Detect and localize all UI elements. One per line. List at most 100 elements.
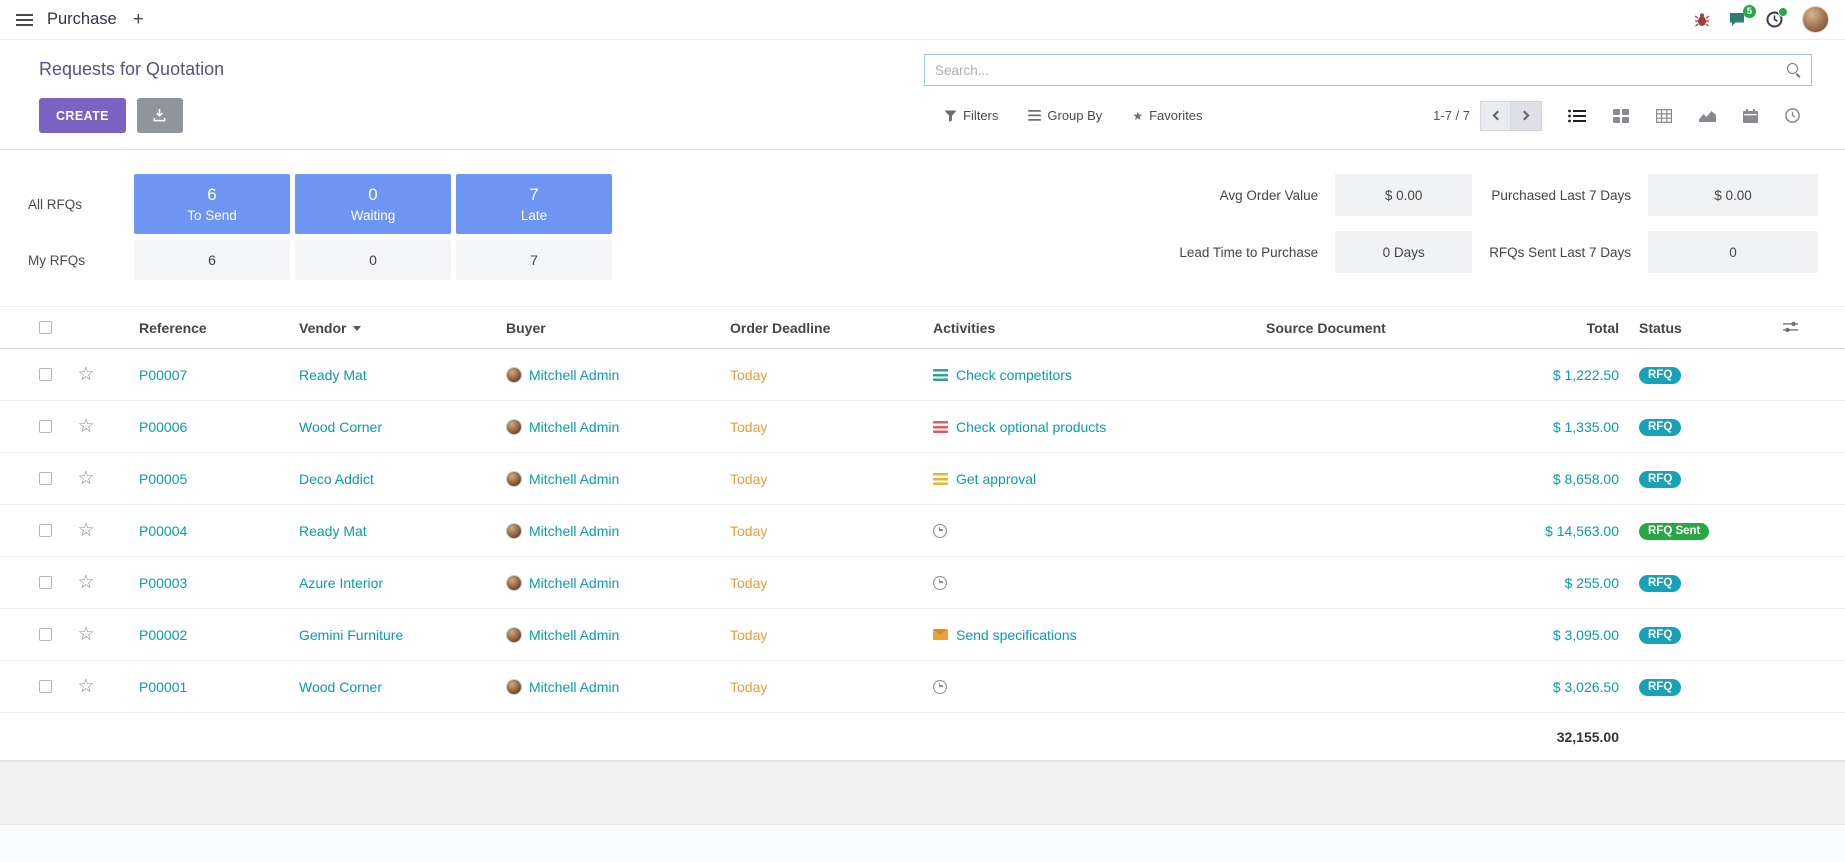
buyer-link[interactable]: Mitchell Admin [529, 627, 619, 643]
favorite-star-icon[interactable] [77, 467, 94, 490]
row-checkbox[interactable] [39, 576, 52, 589]
activity-cell[interactable] [930, 576, 1263, 590]
buyer-link[interactable]: Mitchell Admin [529, 471, 619, 487]
favorite-star-icon[interactable] [77, 519, 94, 542]
stat-value: 0 Days [1335, 231, 1472, 273]
graph-view-button[interactable] [1699, 109, 1716, 123]
vendor-link[interactable]: Ready Mat [296, 523, 503, 539]
filters-button[interactable]: Filters [944, 108, 998, 123]
activity-cell[interactable] [930, 680, 1263, 694]
row-checkbox[interactable] [39, 420, 52, 433]
reference-link[interactable]: P00006 [110, 419, 296, 435]
pivot-view-icon [1656, 109, 1672, 123]
buyer-link[interactable]: Mitchell Admin [529, 575, 619, 591]
activity-label[interactable]: Check optional products [956, 419, 1106, 435]
table-row[interactable]: P00004 Ready Mat Mitchell Admin Today $ … [0, 505, 1845, 557]
table-row[interactable]: P00003 Azure Interior Mitchell Admin Tod… [0, 557, 1845, 609]
order-deadline: Today [727, 679, 930, 695]
select-all-checkbox[interactable] [39, 321, 52, 334]
activity-cell[interactable]: Send specifications [930, 627, 1263, 643]
table-row[interactable]: P00002 Gemini Furniture Mitchell Admin T… [0, 609, 1845, 661]
search-input[interactable] [925, 63, 1786, 78]
table-row[interactable]: P00001 Wood Corner Mitchell Admin Today … [0, 661, 1845, 713]
column-header-order-deadline[interactable]: Order Deadline [727, 320, 930, 336]
column-header-status[interactable]: Status [1627, 320, 1767, 336]
favorite-star-icon[interactable] [77, 363, 94, 386]
debug-bug-icon[interactable] [1694, 12, 1710, 28]
messages-count-badge: 5 [1743, 5, 1756, 18]
table-row[interactable]: P00007 Ready Mat Mitchell Admin Today Ch… [0, 349, 1845, 401]
row-checkbox[interactable] [39, 628, 52, 641]
vendor-link[interactable]: Ready Mat [296, 367, 503, 383]
activity-label[interactable]: Send specifications [956, 627, 1077, 643]
table-row[interactable]: P00006 Wood Corner Mitchell Admin Today … [0, 401, 1845, 453]
stat-label: Purchased Last 7 Days [1489, 188, 1631, 203]
activities-clock-icon[interactable] [1766, 11, 1783, 28]
row-checkbox[interactable] [39, 368, 52, 381]
vendor-link[interactable]: Wood Corner [296, 419, 503, 435]
app-name[interactable]: Purchase [47, 10, 117, 29]
favorite-star-icon[interactable] [77, 571, 94, 594]
group-by-button[interactable]: Group By [1028, 108, 1102, 123]
search-icon[interactable] [1786, 62, 1802, 78]
my-rfqs-to-send[interactable]: 6 [134, 240, 290, 280]
favorite-star-icon[interactable] [77, 623, 94, 646]
kanban-view-button[interactable] [1613, 109, 1629, 123]
column-header-vendor[interactable]: Vendor [296, 320, 503, 336]
pager-previous-button[interactable] [1480, 101, 1511, 131]
buyer-link[interactable]: Mitchell Admin [529, 419, 619, 435]
favorites-button[interactable]: ★ Favorites [1132, 108, 1202, 123]
vendor-link[interactable]: Azure Interior [296, 575, 503, 591]
control-panel: Requests for Quotation CREATE Filters Gr… [0, 40, 1845, 150]
kpi-card-to-send[interactable]: 6 To Send [134, 174, 290, 234]
favorite-star-icon[interactable] [77, 675, 94, 698]
vendor-link[interactable]: Deco Addict [296, 471, 503, 487]
my-rfqs-late[interactable]: 7 [456, 240, 612, 280]
favorite-star-icon[interactable] [77, 415, 94, 438]
column-header-source-document[interactable]: Source Document [1263, 320, 1417, 336]
optional-columns-button[interactable] [1767, 320, 1845, 336]
reference-link[interactable]: P00002 [110, 627, 296, 643]
activity-cell[interactable]: Get approval [930, 471, 1263, 487]
activity-cell[interactable]: Check competitors [930, 367, 1263, 383]
activity-label[interactable]: Check competitors [956, 367, 1072, 383]
export-button[interactable] [137, 98, 183, 133]
create-button[interactable]: CREATE [39, 98, 126, 133]
activity-view-button[interactable] [1785, 108, 1800, 123]
table-row[interactable]: P00005 Deco Addict Mitchell Admin Today … [0, 453, 1845, 505]
messages-icon[interactable]: 5 [1729, 12, 1747, 27]
column-header-reference[interactable]: Reference [110, 320, 296, 336]
pivot-view-button[interactable] [1656, 109, 1672, 123]
list-view-button[interactable] [1568, 109, 1586, 123]
reference-link[interactable]: P00004 [110, 523, 296, 539]
row-checkbox[interactable] [39, 472, 52, 485]
calendar-view-button[interactable] [1743, 109, 1758, 123]
column-header-activities[interactable]: Activities [930, 320, 1263, 336]
kpi-card-late[interactable]: 7 Late [456, 174, 612, 234]
activity-cell[interactable]: Check optional products [930, 419, 1263, 435]
activity-cell[interactable] [930, 524, 1263, 538]
user-avatar[interactable] [1802, 6, 1829, 33]
plus-icon[interactable]: + [133, 10, 144, 29]
total-amount: $ 8,658.00 [1417, 471, 1627, 487]
reference-link[interactable]: P00003 [110, 575, 296, 591]
pager-next-button[interactable] [1511, 101, 1542, 131]
activity-label[interactable]: Get approval [956, 471, 1036, 487]
row-checkbox[interactable] [39, 524, 52, 537]
reference-link[interactable]: P00005 [110, 471, 296, 487]
buyer-link[interactable]: Mitchell Admin [529, 367, 619, 383]
buyer-link[interactable]: Mitchell Admin [529, 679, 619, 695]
column-header-buyer[interactable]: Buyer [503, 320, 727, 336]
apps-menu-icon[interactable] [16, 14, 33, 26]
vendor-link[interactable]: Wood Corner [296, 679, 503, 695]
kpi-card-waiting[interactable]: 0 Waiting [295, 174, 451, 234]
order-deadline: Today [727, 523, 930, 539]
vendor-link[interactable]: Gemini Furniture [296, 627, 503, 643]
column-header-total[interactable]: Total [1417, 320, 1627, 336]
reference-link[interactable]: P00001 [110, 679, 296, 695]
reference-link[interactable]: P00007 [110, 367, 296, 383]
rfq-list: Reference Vendor Buyer Order Deadline Ac… [0, 306, 1845, 761]
buyer-link[interactable]: Mitchell Admin [529, 523, 619, 539]
my-rfqs-waiting[interactable]: 0 [295, 240, 451, 280]
row-checkbox[interactable] [39, 680, 52, 693]
